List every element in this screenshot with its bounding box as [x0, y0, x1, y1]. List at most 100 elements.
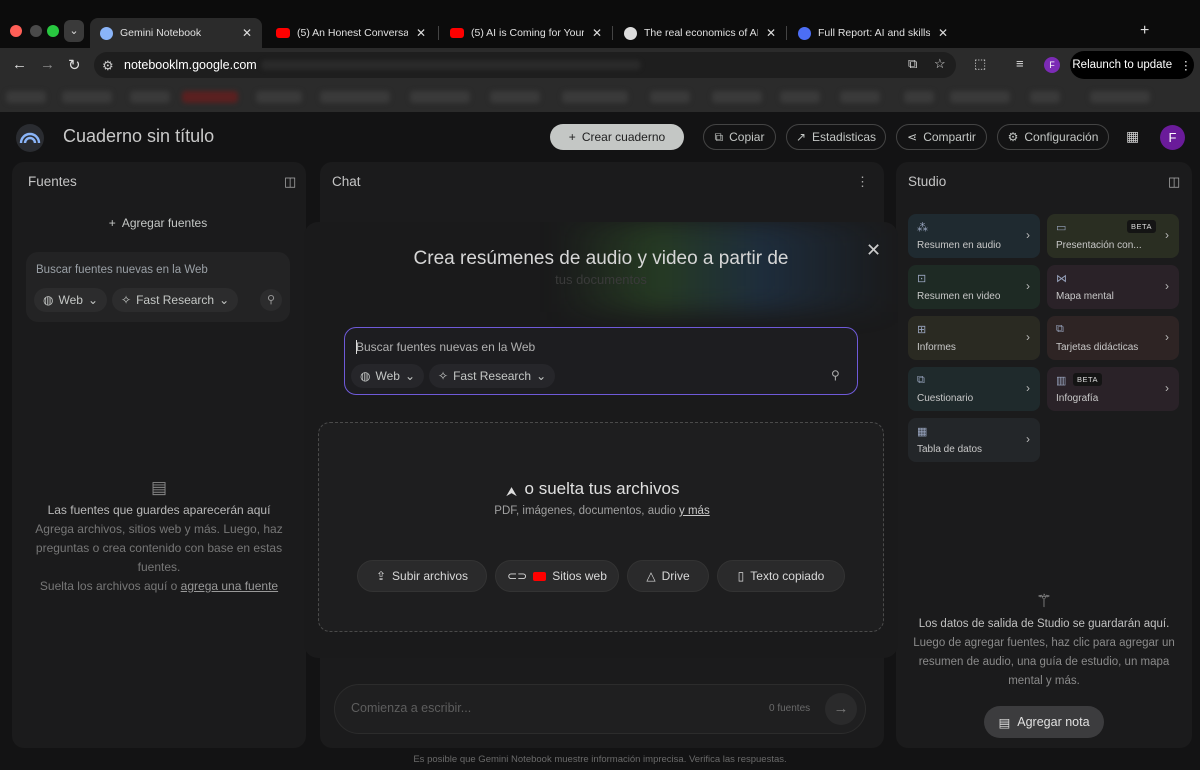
- browser-tab-2[interactable]: (5) An Honest Conversatio ✕: [266, 18, 436, 48]
- file-drop-zone[interactable]: o suelta tus archivos PDF, imágenes, doc…: [318, 422, 884, 632]
- relaunch-button[interactable]: Relaunch to update ⋮: [1070, 51, 1194, 79]
- apps-grid-icon[interactable]: ▦: [1126, 128, 1139, 145]
- user-avatar[interactable]: F: [1160, 125, 1185, 150]
- profile-avatar[interactable]: F: [1044, 57, 1060, 73]
- notebook-app: Cuaderno sin título + Crear cuaderno ⧉ C…: [0, 112, 1200, 770]
- bookmark-item[interactable]: [904, 91, 934, 103]
- bookmark-item[interactable]: [712, 91, 762, 103]
- disclaimer-text: Es posible que Gemini Notebook muestre i…: [413, 754, 787, 765]
- chevron-right-icon: ›: [1026, 432, 1030, 446]
- close-tab-icon[interactable]: ✕: [592, 26, 602, 40]
- research-chip-label: Fast Research: [453, 369, 532, 383]
- close-icon[interactable]: ✕: [866, 240, 881, 261]
- collapse-panel-icon[interactable]: ◫: [1168, 174, 1180, 190]
- reload-icon[interactable]: ↻: [68, 56, 81, 74]
- statistics-button[interactable]: ↗ Estadisticas: [786, 124, 886, 150]
- send-arrow-icon[interactable]: →: [825, 693, 857, 725]
- browser-tab-5[interactable]: Full Report: AI and skills | ✕: [788, 18, 958, 48]
- chevron-down-icon: ⌄: [87, 293, 99, 307]
- dialog-search-placeholder: Buscar fuentes nuevas en la Web: [356, 340, 536, 354]
- studio-card-reports[interactable]: ⊞ Informes ›: [908, 316, 1040, 360]
- minimize-window-button[interactable]: [30, 25, 42, 37]
- close-window-button[interactable]: [10, 25, 22, 37]
- bookmark-item[interactable]: [840, 91, 880, 103]
- forward-arrow-icon[interactable]: →: [40, 56, 55, 73]
- studio-card-audio-overview[interactable]: ⁂ Resumen en audio ›: [908, 214, 1040, 258]
- dialog-web-select[interactable]: ◍ Web ⌄: [351, 364, 425, 388]
- browser-tab-4[interactable]: The real economics of AI c ✕: [614, 18, 786, 48]
- create-notebook-label: Crear cuaderno: [581, 130, 666, 144]
- dialog-research-select[interactable]: ✧ Fast Research ⌄: [429, 364, 556, 388]
- close-tab-icon[interactable]: ✕: [938, 26, 948, 40]
- browser-tab-1[interactable]: Gemini Notebook ✕: [90, 18, 262, 48]
- sources-empty-title: Las fuentes que guardes aparecerán aquí: [47, 503, 271, 517]
- research-chip-label: Fast Research: [136, 293, 215, 307]
- mind-map-icon: ⋈: [1056, 273, 1067, 285]
- extensions-icon[interactable]: ⬚: [974, 56, 986, 72]
- close-tab-icon[interactable]: ✕: [242, 26, 252, 40]
- bookmark-item[interactable]: [320, 91, 390, 103]
- bookmark-item[interactable]: [410, 91, 470, 103]
- search-icon[interactable]: ⚲: [831, 368, 840, 382]
- collapse-panel-icon[interactable]: ◫: [284, 174, 296, 190]
- bookmark-item[interactable]: [490, 91, 540, 103]
- research-mode-select[interactable]: ✧ Fast Research ⌄: [112, 288, 239, 312]
- settings-button[interactable]: ⚙ Configuración: [997, 124, 1109, 150]
- bookmark-item[interactable]: [62, 91, 112, 103]
- bookmark-item[interactable]: [650, 91, 690, 103]
- pasted-text-button[interactable]: ▯ Texto copiado: [717, 560, 845, 592]
- media-control-icon[interactable]: ≡: [1016, 56, 1024, 71]
- bookmark-item[interactable]: [1090, 91, 1150, 103]
- bookmark-item[interactable]: [182, 91, 238, 103]
- notebook-logo-icon[interactable]: [16, 124, 44, 152]
- studio-card-data-table[interactable]: ▦ Tabla de datos ›: [908, 418, 1040, 462]
- new-tab-plus-icon[interactable]: +: [1140, 22, 1149, 40]
- studio-card-video-overview[interactable]: ⊡ Resumen en video ›: [908, 265, 1040, 309]
- back-arrow-icon[interactable]: ←: [12, 56, 27, 73]
- close-tab-icon[interactable]: ✕: [416, 26, 426, 40]
- studio-card-flashcards[interactable]: ⧉ Tarjetas didácticas ›: [1047, 316, 1179, 360]
- bookmark-star-icon[interactable]: ☆: [934, 56, 946, 72]
- chat-input-box[interactable]: Comienza a escribir... 0 fuentes →: [334, 684, 866, 734]
- tab-search-chevron-icon[interactable]: ⌄: [64, 20, 84, 42]
- drive-button[interactable]: △ Drive: [627, 560, 709, 592]
- dialog-search-box[interactable]: Buscar fuentes nuevas en la Web ◍ Web ⌄ …: [344, 327, 858, 395]
- install-app-icon[interactable]: ⧉: [908, 56, 917, 72]
- site-info-icon[interactable]: ⚙: [102, 58, 114, 74]
- maximize-window-button[interactable]: [47, 25, 59, 37]
- bookmark-item[interactable]: [256, 91, 302, 103]
- share-button[interactable]: ⋖ Compartir: [896, 124, 987, 150]
- bookmark-item[interactable]: [562, 91, 628, 103]
- close-tab-icon[interactable]: ✕: [766, 26, 776, 40]
- chat-more-vert-icon[interactable]: ⋮: [856, 174, 869, 190]
- tab-title: Gemini Notebook: [120, 27, 202, 39]
- studio-card-infographic[interactable]: ▥ BETA Infografía ›: [1047, 367, 1179, 411]
- add-source-link[interactable]: agrega una fuente: [181, 579, 278, 593]
- bookmark-item[interactable]: [6, 91, 46, 103]
- search-icon[interactable]: ⚲: [260, 289, 282, 311]
- source-search-box[interactable]: Buscar fuentes nuevas en la Web ◍ Web ⌄ …: [26, 252, 290, 322]
- upload-files-button[interactable]: ⇪ Subir archivos: [357, 560, 487, 592]
- studio-card-mind-map[interactable]: ⋈ Mapa mental ›: [1047, 265, 1179, 309]
- omnibox[interactable]: ⚙ notebooklm.google.com: [94, 52, 956, 78]
- studio-card-quiz[interactable]: ⧉ Cuestionario ›: [908, 367, 1040, 411]
- gear-icon: ⚙: [1007, 130, 1019, 144]
- browser-tab-3[interactable]: (5) AI is Coming for Your J ✕: [440, 18, 612, 48]
- drop-title: o suelta tus archivos: [524, 479, 680, 498]
- web-source-select[interactable]: ◍ Web ⌄: [34, 288, 108, 312]
- bookmark-item[interactable]: [780, 91, 820, 103]
- more-formats-link[interactable]: y más: [679, 505, 710, 517]
- notebook-favicon-icon: [100, 26, 113, 40]
- bookmark-item[interactable]: [130, 91, 170, 103]
- add-sources-button[interactable]: + Agregar fuentes: [24, 208, 292, 238]
- source-search-placeholder: Buscar fuentes nuevas en la Web: [36, 264, 208, 276]
- studio-card-presentation[interactable]: ▭ BETA Presentación con... ›: [1047, 214, 1179, 258]
- card-label: Resumen en video: [917, 291, 1001, 302]
- create-notebook-button[interactable]: + Crear cuaderno: [550, 124, 684, 150]
- websites-button[interactable]: ⊂⊃ Sitios web: [495, 560, 619, 592]
- add-note-button[interactable]: ▤ Agregar nota: [984, 706, 1104, 738]
- bookmark-item[interactable]: [950, 91, 1010, 103]
- bookmark-item[interactable]: [1030, 91, 1060, 103]
- copy-button[interactable]: ⧉ Copiar: [703, 124, 776, 150]
- page-title[interactable]: Cuaderno sin título: [63, 126, 214, 147]
